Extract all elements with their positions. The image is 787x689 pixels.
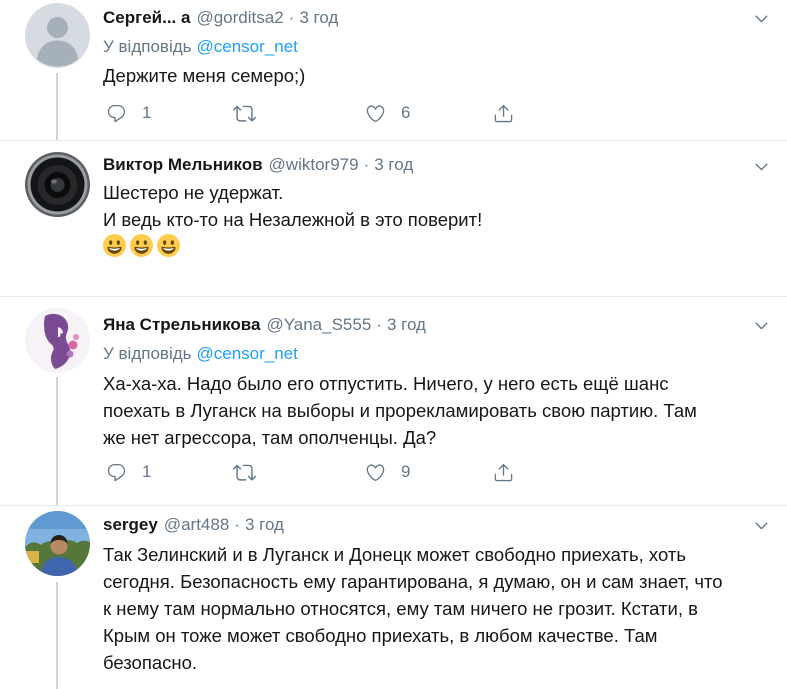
heart-icon[interactable] [365, 103, 386, 124]
tweet[interactable]: Виктор Мельников @wiktor979 · 3 год Шестеро… [0, 141, 787, 296]
chevron-down-icon[interactable] [753, 158, 770, 175]
reply-count: 1 [142, 462, 152, 481]
tweet[interactable]: sergey @art488 · 3 год Так Зелинский и в Лу… [0, 506, 787, 689]
chevron-down-icon[interactable] [753, 317, 770, 334]
more-options-button[interactable] [750, 155, 772, 177]
reply-icon[interactable] [106, 103, 127, 124]
tweet-text: Так Зелинский и в Луганск и Донецк может… [103, 541, 723, 676]
replying-to: У відповідь @censor_net [103, 36, 298, 58]
author-name[interactable]: Яна Стрельникова [103, 315, 260, 334]
author-handle[interactable]: @wiktor979 [269, 155, 359, 174]
timestamp[interactable]: 3 год [299, 8, 338, 27]
tweet-text-line: Держите меня семеро;) [103, 65, 306, 86]
more-options-button[interactable] [750, 514, 772, 536]
reply-count: 1 [142, 103, 152, 122]
tweet[interactable]: Яна Стрельникова @Yana_S555 · 3 год У відпо… [0, 297, 787, 505]
tweet-text-line: к нему там нормально относятся, ему там … [103, 598, 698, 619]
timestamp[interactable]: 3 год [245, 515, 284, 534]
thread-line [56, 582, 58, 689]
replying-to-label: У відповідь [103, 344, 192, 363]
like-button[interactable]: 9 [365, 460, 410, 484]
author-handle[interactable]: @gorditsa2 [196, 8, 283, 27]
like-button[interactable]: 6 [365, 101, 410, 125]
tweet-text-line: же нет агрессора, там ополченцы. Да? [103, 427, 437, 448]
author-handle[interactable]: @art488 [164, 515, 229, 534]
tweet-text-line: Крым он тоже может свободно приехать, в … [103, 625, 658, 646]
timestamp[interactable]: 3 год [374, 155, 413, 174]
retweet-icon[interactable] [233, 461, 256, 484]
profile-image [25, 152, 90, 217]
retweet-button[interactable] [233, 460, 256, 484]
tweet-text-line: безопасно. [103, 652, 198, 673]
heart-icon[interactable] [365, 462, 386, 483]
author-name[interactable]: Сергей... а [103, 8, 190, 27]
profile-image [25, 308, 90, 373]
tweet-text-line: Шестеро не удержат. [103, 182, 284, 203]
tweet-header: Виктор Мельников @wiktor979 · 3 год [103, 154, 413, 176]
avatar[interactable] [25, 152, 90, 217]
author-handle[interactable]: @Yana_S555 [266, 315, 371, 334]
share-button[interactable] [493, 101, 514, 125]
avatar[interactable] [25, 308, 90, 373]
like-count: 6 [401, 103, 411, 122]
mention-link[interactable]: @censor_net [197, 37, 298, 56]
author-name[interactable]: sergey [103, 515, 158, 534]
avatar[interactable] [25, 3, 90, 68]
grinning-face-icon [130, 234, 153, 257]
tweet-text-line: поехать в Луганск на выборы и прореклами… [103, 400, 697, 421]
tweet-header: Яна Стрельникова @Yana_S555 · 3 год [103, 314, 426, 336]
separator: · [363, 155, 370, 174]
chevron-down-icon[interactable] [753, 10, 770, 27]
separator: · [376, 315, 382, 334]
avatar[interactable] [25, 511, 90, 576]
reply-icon[interactable] [106, 462, 127, 483]
tweet-text: Держите меня семеро;) [103, 62, 305, 89]
replying-to-label: У відповідь [103, 37, 192, 56]
tweet-header: Сергей... а @gorditsa2 · 3 год [103, 7, 338, 29]
tweet-actions: 1 6 [0, 101, 787, 125]
separator: · [234, 515, 240, 534]
share-icon[interactable] [493, 462, 514, 483]
tweet-actions: 1 9 [0, 460, 787, 484]
emoji-row [103, 234, 180, 258]
profile-image [25, 511, 90, 576]
grinning-face-icon [103, 234, 126, 257]
timestamp[interactable]: 3 год [387, 315, 426, 334]
retweet-icon[interactable] [233, 102, 256, 125]
tweet-header: sergey @art488 · 3 год [103, 514, 284, 536]
more-options-button[interactable] [750, 314, 772, 336]
tweet-text-line: И ведь кто-то на Незалежной в это повери… [103, 209, 483, 230]
chevron-down-icon[interactable] [753, 517, 770, 534]
tweet-text-line: Так Зелинский и в Луганск и Донецк может… [103, 544, 686, 565]
share-icon[interactable] [493, 103, 514, 124]
replying-to: У відповідь @censor_net [103, 343, 298, 365]
default-profile-image [25, 3, 90, 68]
share-button[interactable] [493, 460, 514, 484]
tweet-text: Шестеро не удержат. И ведь кто-то на Нез… [103, 179, 482, 233]
tweet-text-line: сегодня. Безопасность ему гарантирована,… [103, 571, 723, 592]
thread-line [56, 377, 58, 505]
more-options-button[interactable] [750, 7, 772, 29]
tweet-text: Ха-ха-ха. Надо было его отпустить. Ничег… [103, 370, 697, 451]
reply-button[interactable]: 1 [106, 101, 151, 125]
reply-button[interactable]: 1 [106, 460, 151, 484]
retweet-button[interactable] [233, 101, 256, 125]
separator: · [288, 8, 295, 27]
tweet-text-line: Ха-ха-ха. Надо было его отпустить. Ничег… [103, 373, 669, 394]
author-name[interactable]: Виктор Мельников [103, 155, 263, 174]
tweet[interactable]: Сергей... а @gorditsa2 · 3 год У відповідь @… [0, 0, 787, 140]
grinning-face-icon [157, 234, 180, 257]
like-count: 9 [401, 462, 411, 481]
mention-link[interactable]: @censor_net [197, 344, 298, 363]
